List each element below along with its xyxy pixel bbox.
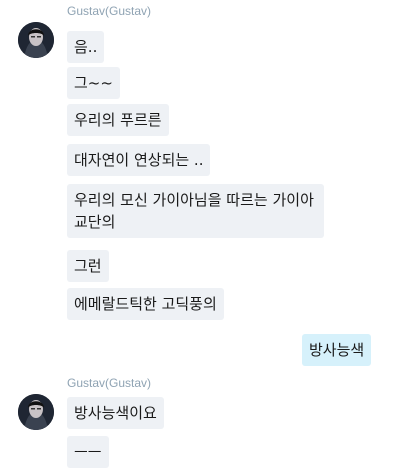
chat-view: Gustav(Gustav) 음.. 그~~ 우리의 푸르른 대자연이 연상되는… bbox=[0, 0, 400, 471]
message-bubble: 방사능색이요 bbox=[67, 397, 164, 429]
message-bubble: 우리의 푸르른 bbox=[67, 104, 169, 136]
avatar-image bbox=[18, 22, 54, 58]
message-bubble: 우리의 모신 가이아님을 따르는 가이아 교단의 bbox=[67, 184, 324, 238]
message-bubble: 그~~ bbox=[67, 67, 120, 99]
message-bubble: 대자연이 연상되는 .. bbox=[67, 144, 211, 176]
message-bubble: 음.. bbox=[67, 31, 105, 63]
avatar[interactable] bbox=[18, 22, 54, 58]
message-bubble: 그런 bbox=[67, 250, 109, 282]
message-bubble: ㅡㅡ bbox=[67, 436, 109, 468]
message-bubble: 에메랄드틱한 고딕풍의 bbox=[67, 288, 224, 320]
sender-name: Gustav(Gustav) bbox=[67, 4, 152, 18]
my-message-bubble: 방사능색 bbox=[302, 334, 372, 366]
avatar[interactable] bbox=[18, 394, 54, 430]
sender-name: Gustav(Gustav) bbox=[67, 376, 152, 390]
avatar-image bbox=[18, 394, 54, 430]
